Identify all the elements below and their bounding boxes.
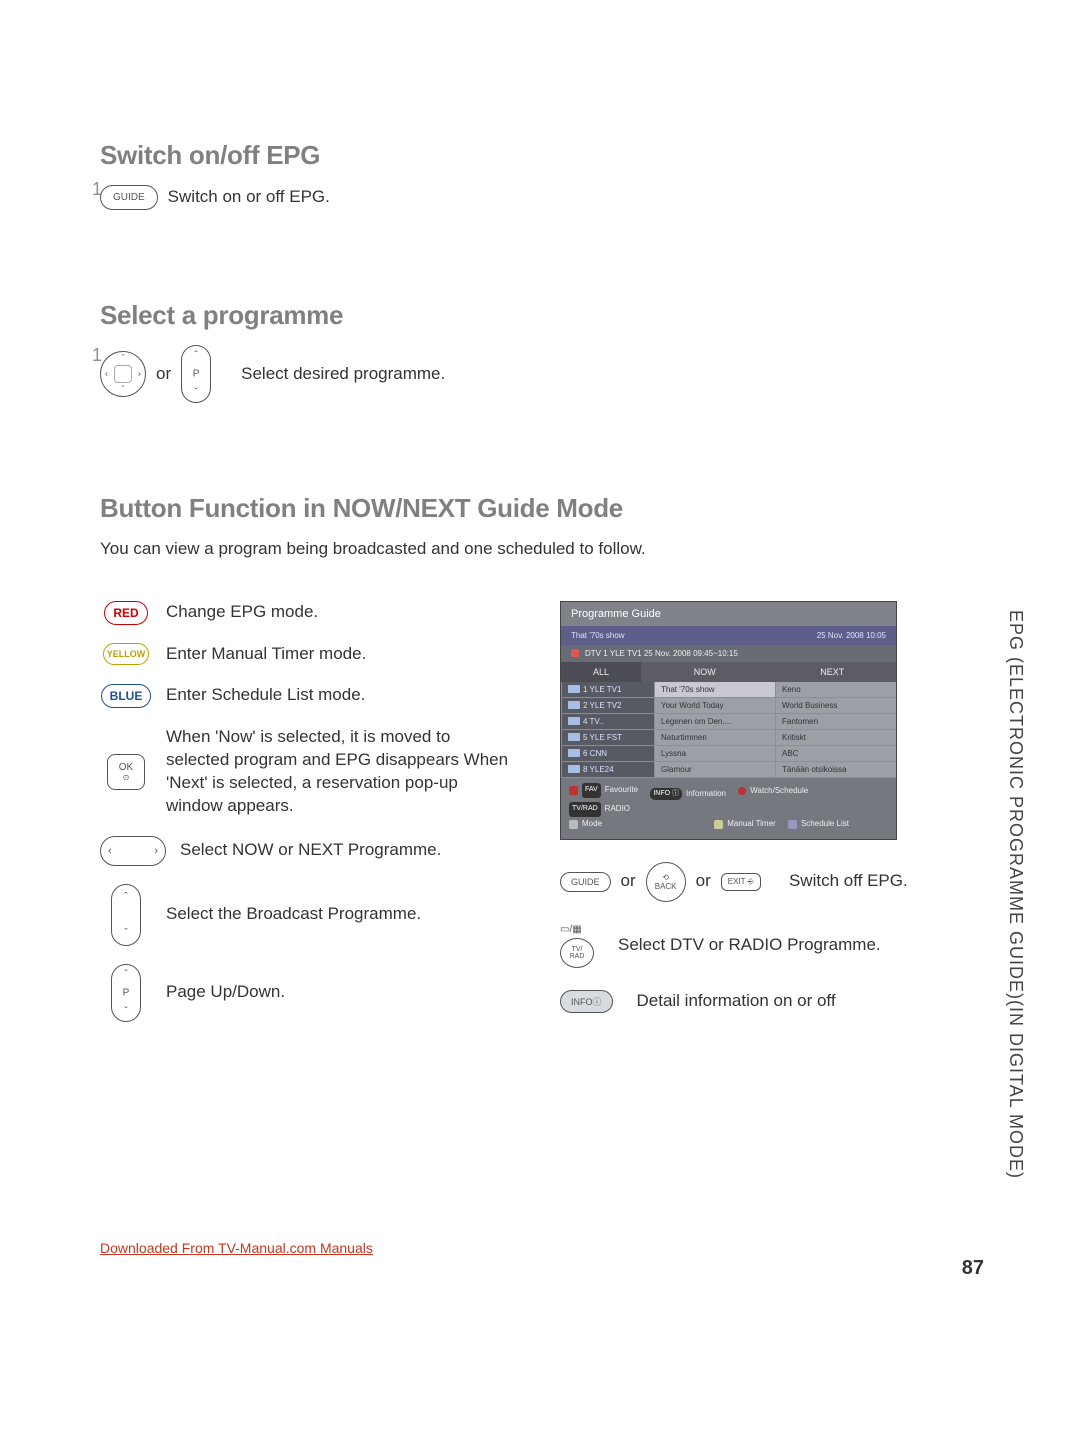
manual-page: Switch on/off EPG 1 GUIDE Switch on or o… <box>0 0 1080 1440</box>
up-down-icon: ˆˇ <box>111 884 141 946</box>
heading-switch-epg: Switch on/off EPG <box>100 140 980 171</box>
guide-row: 8 YLE24GlamourTänään otsikoissa <box>561 762 896 778</box>
programme-guide-screenshot: Programme Guide That '70s show 25 Nov. 2… <box>560 601 897 840</box>
guide-button: GUIDE <box>100 185 158 210</box>
page-up-down-icon: ˆPˇ <box>181 345 211 403</box>
switch-off-desc: Switch off EPG. <box>789 870 908 893</box>
fn-p-desc: Page Up/Down. <box>166 981 510 1004</box>
info-button: INFOⓘ <box>560 990 613 1013</box>
or-sep-1: or <box>156 363 171 386</box>
fn-ud-desc: Select the Broadcast Programme. <box>166 903 510 926</box>
blue-button-icon: BLUE <box>101 684 152 708</box>
tvrad-desc: Select DTV or RADIO Programme. <box>618 934 881 957</box>
guide-title: Programme Guide <box>561 602 896 626</box>
right-row-1: GUIDE or ⟲BACK or EXIT⎆ Switch off EPG. <box>560 862 980 902</box>
footer-link[interactable]: Downloaded From TV-Manual.com Manuals <box>100 1240 373 1256</box>
step-2: 1 ˆ ˇ ‹ › or ˆPˇ Select desired programm… <box>100 345 980 403</box>
left-right-icon: ‹› <box>100 836 166 866</box>
guide-columns: ALL NOW NEXT <box>561 662 896 682</box>
guide-row: 1 YLE TV1That '70s showKeno <box>561 682 896 698</box>
yellow-square-icon <box>714 820 723 829</box>
page-number: 87 <box>962 1257 984 1280</box>
function-list: RED Change EPG mode. YELLOW Enter Manual… <box>100 601 510 1040</box>
dtv-dot-icon <box>571 649 579 657</box>
record-icon <box>738 787 746 795</box>
fn-blue-desc: Enter Schedule List mode. <box>166 684 510 707</box>
guide-row: 2 YLE TV2Your World TodayWorld Business <box>561 698 896 714</box>
side-section-label: EPG (ELECTRONIC PROGRAMME GUIDE)(IN DIGI… <box>1005 610 1026 1179</box>
guide-row: 4 TV..Legenen om Den....Fantomen <box>561 714 896 730</box>
fn-lr-desc: Select NOW or NEXT Programme. <box>180 839 510 862</box>
tvrad-icon: TV/RAD <box>569 802 601 817</box>
guide-legend: FAVFavourite INFO ⓘInformation Watch/Sch… <box>561 778 896 839</box>
ok-button-icon: OK ⊙ <box>107 754 145 790</box>
fn-ok-desc: When 'Now' is selected, it is moved to s… <box>166 726 510 818</box>
heading-select-programme: Select a programme <box>100 300 980 331</box>
heading-button-function: Button Function in NOW/NEXT Guide Mode <box>100 493 980 524</box>
fn-red-desc: Change EPG mode. <box>166 601 510 624</box>
page-updown-icon: ˆPˇ <box>111 964 141 1022</box>
right-row-2: ▭/▦ TV/ RAD Select DTV or RADIO Programm… <box>560 924 980 968</box>
guide-row: 6 CNNLyssnaABC <box>561 746 896 762</box>
right-column: Programme Guide That '70s show 25 Nov. 2… <box>540 601 980 1013</box>
right-row-3: INFOⓘ Detail information on or off <box>560 990 980 1013</box>
guide-date: 25 Nov. 2008 10:05 <box>817 631 886 640</box>
fav-icon <box>569 786 578 795</box>
mode-icon <box>569 820 578 829</box>
guide-button-2: GUIDE <box>560 872 611 892</box>
fn-yellow-desc: Enter Manual Timer mode. <box>166 643 510 666</box>
step-1-desc: Switch on or off EPG. <box>168 186 330 209</box>
yellow-button-icon: YELLOW <box>103 643 150 665</box>
tvrad-button: TV/ RAD <box>560 938 594 968</box>
red-button-icon: RED <box>104 601 147 625</box>
back-button: ⟲BACK <box>646 862 686 902</box>
step-number-2: 1 <box>92 345 102 366</box>
step-1: 1 GUIDE Switch on or off EPG. <box>100 185 980 210</box>
guide-row: 5 YLE FSTNaturtimmenKritiskt <box>561 730 896 746</box>
info-desc: Detail information on or off <box>637 990 836 1013</box>
guide-sub: DTV 1 YLE TV1 25 Nov. 2008 09:45~10:15 <box>585 649 738 658</box>
tv-radio-icon: ▭/▦ <box>560 924 594 935</box>
guide-show: That '70s show <box>571 631 625 640</box>
info-icon: INFO ⓘ <box>650 788 682 801</box>
blue-square-icon <box>788 820 797 829</box>
nav-pad-icon: ˆ ˇ ‹ › <box>100 351 146 397</box>
step-2-desc: Select desired programme. <box>241 363 445 386</box>
exit-button: EXIT⎆ <box>721 873 761 891</box>
intro-3: You can view a program being broadcasted… <box>100 538 980 561</box>
